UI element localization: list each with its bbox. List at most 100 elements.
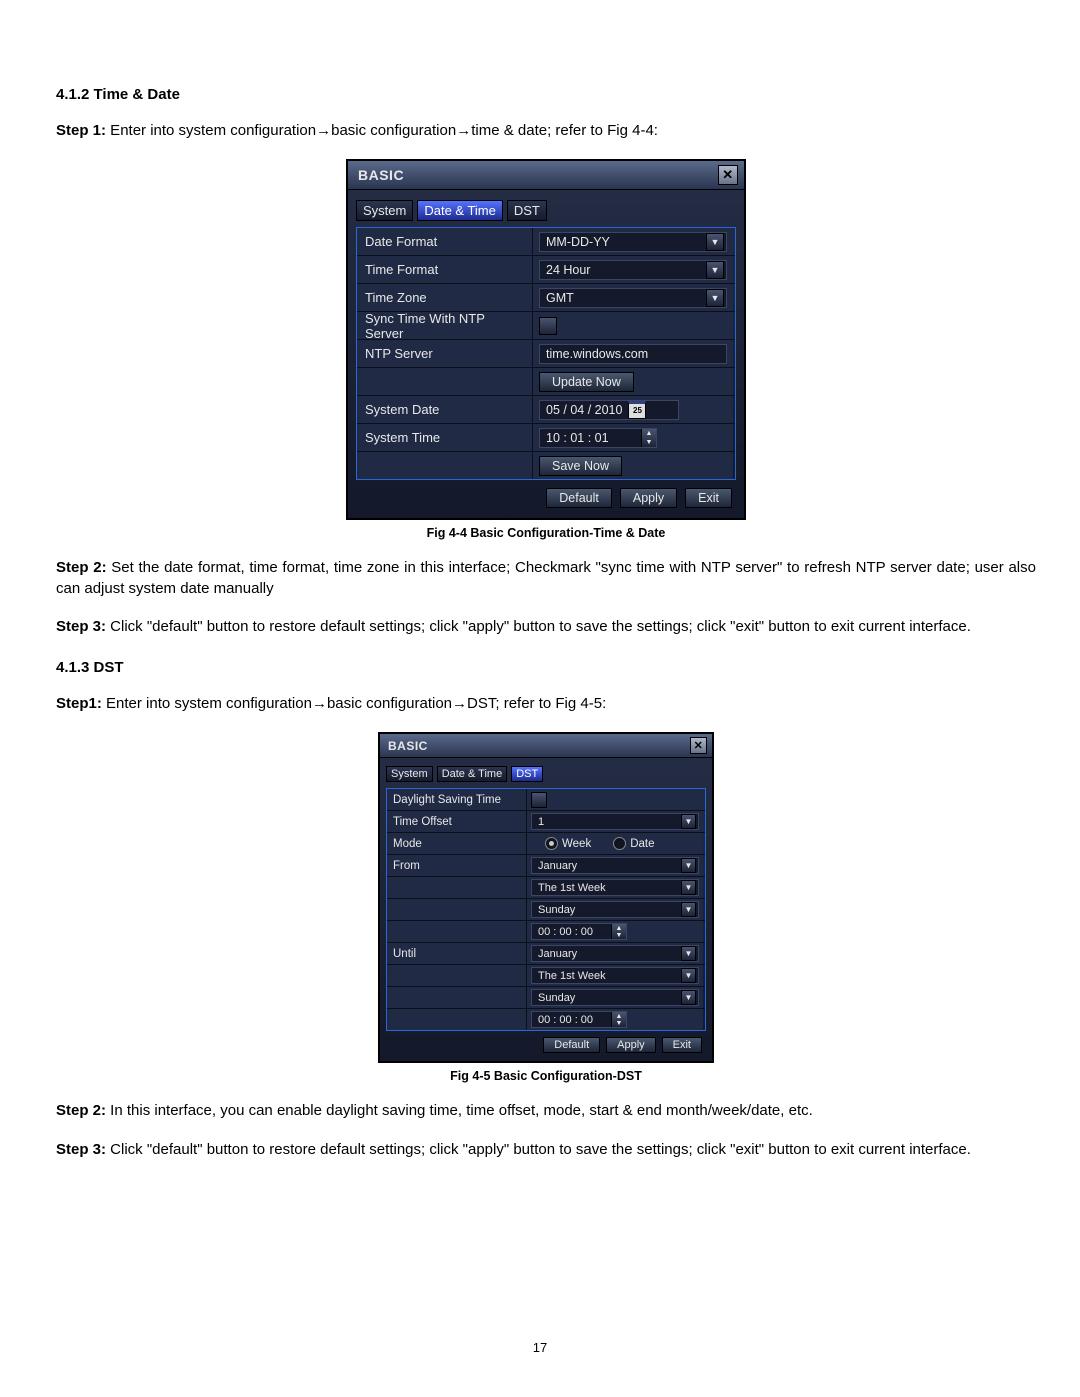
- dropdown-value: Sunday: [538, 992, 575, 1004]
- empty-cell: [387, 965, 527, 986]
- figure-caption: Fig 4-5 Basic Configuration-DST: [56, 1069, 1036, 1083]
- system-date-value: 05 / 04 / 2010: [546, 403, 622, 417]
- until-month-dropdown[interactable]: January▼: [531, 945, 699, 962]
- chevron-down-icon: ▼: [681, 880, 696, 895]
- empty-cell: [387, 921, 527, 942]
- panel-titlebar: BASIC ✕: [380, 734, 712, 758]
- close-button[interactable]: ✕: [718, 165, 738, 185]
- step3-text: Click "default" button to restore defaul…: [106, 618, 971, 635]
- mode-date-radio[interactable]: Date: [613, 837, 654, 850]
- time-format-label: Time Format: [357, 256, 533, 283]
- exit-button[interactable]: Exit: [662, 1037, 702, 1053]
- system-time-label: System Time: [357, 424, 533, 451]
- tab-date-time[interactable]: Date & Time: [417, 200, 503, 221]
- from-time-input[interactable]: 00 : 00 : 00▲▼: [531, 923, 627, 940]
- step1-text-a: Enter into system configuration: [102, 695, 312, 712]
- panel-title: BASIC: [388, 739, 428, 753]
- dropdown-value: January: [538, 860, 577, 872]
- chevron-down-icon: ▼: [612, 1020, 626, 1028]
- update-now-button[interactable]: Update Now: [539, 372, 634, 392]
- chevron-down-icon: ▼: [681, 814, 696, 829]
- chevron-down-icon: ▼: [681, 990, 696, 1005]
- dst-enable-checkbox[interactable]: [531, 792, 547, 808]
- until-time-input[interactable]: 00 : 00 : 00▲▼: [531, 1011, 627, 1028]
- step1-label: Step1:: [56, 695, 102, 712]
- basic-config-panel-dst: BASIC ✕ System Date & Time DST Daylight …: [378, 732, 714, 1063]
- step1-paragraph: Step 1: Enter into system configuration→…: [56, 121, 1036, 141]
- page-number: 17: [0, 1340, 1080, 1355]
- radio-icon: [613, 837, 626, 850]
- tab-bar: System Date & Time DST: [386, 766, 706, 782]
- dropdown-value: MM-DD-YY: [546, 235, 610, 249]
- time-zone-dropdown[interactable]: GMT ▼: [539, 288, 727, 308]
- apply-button[interactable]: Apply: [606, 1037, 656, 1053]
- default-button[interactable]: Default: [543, 1037, 600, 1053]
- until-label: Until: [387, 943, 527, 964]
- from-month-dropdown[interactable]: January▼: [531, 857, 699, 874]
- system-date-input[interactable]: 05 / 04 / 2010 25: [539, 400, 679, 420]
- time-zone-label: Time Zone: [357, 284, 533, 311]
- chevron-down-icon: ▼: [642, 438, 656, 447]
- step1-paragraph: Step1: Enter into system configuration→b…: [56, 694, 1036, 714]
- from-label: From: [387, 855, 527, 876]
- step2-text: Set the date format, time format, time z…: [56, 559, 1036, 596]
- step3-text: Click "default" button to restore defaul…: [106, 1141, 971, 1158]
- dropdown-value: Sunday: [538, 904, 575, 916]
- until-week-dropdown[interactable]: The 1st Week▼: [531, 967, 699, 984]
- time-stepper[interactable]: ▲▼: [641, 429, 656, 447]
- until-day-dropdown[interactable]: Sunday ▼: [531, 989, 699, 1006]
- date-format-dropdown[interactable]: MM-DD-YY▼: [539, 232, 727, 252]
- chevron-down-icon: ▼: [681, 902, 696, 917]
- panel-footer: Default Apply Exit: [356, 480, 736, 508]
- radio-label: Date: [630, 838, 654, 850]
- sync-ntp-label: Sync Time With NTP Server: [357, 312, 533, 339]
- chevron-up-icon: ▲: [612, 924, 626, 932]
- dropdown-value: January: [538, 948, 577, 960]
- tab-system[interactable]: System: [386, 766, 433, 782]
- arrow-icon: →: [312, 695, 327, 712]
- step3-label: Step 3:: [56, 618, 106, 635]
- arrow-icon: →: [452, 695, 467, 712]
- chevron-down-icon: ▼: [681, 968, 696, 983]
- step3-paragraph: Step 3: Click "default" button to restor…: [56, 617, 1036, 637]
- system-time-input[interactable]: 10 : 01 : 01▲▼: [539, 428, 657, 448]
- step3-label: Step 3:: [56, 1141, 106, 1158]
- apply-button[interactable]: Apply: [620, 488, 677, 508]
- system-date-label: System Date: [357, 396, 533, 423]
- save-now-button[interactable]: Save Now: [539, 456, 622, 476]
- default-button[interactable]: Default: [546, 488, 612, 508]
- tab-dst[interactable]: DST: [507, 200, 547, 221]
- tab-date-time[interactable]: Date & Time: [437, 766, 508, 782]
- arrow-icon: →: [456, 122, 471, 139]
- basic-config-panel-timedate: BASIC ✕ System Date & Time DST Date Form…: [346, 159, 746, 520]
- step2-label: Step 2:: [56, 1102, 106, 1119]
- close-button[interactable]: ✕: [690, 737, 707, 754]
- step1-text-c: time & date; refer to Fig 4-4:: [471, 122, 658, 139]
- from-week-dropdown[interactable]: The 1st Week▼: [531, 879, 699, 896]
- step1-text-b: basic configuration: [331, 122, 456, 139]
- time-format-dropdown[interactable]: 24 Hour▼: [539, 260, 727, 280]
- chevron-down-icon: ▼: [706, 261, 724, 279]
- tab-dst[interactable]: DST: [511, 766, 543, 782]
- sync-ntp-checkbox[interactable]: [539, 317, 557, 335]
- exit-button[interactable]: Exit: [685, 488, 732, 508]
- from-day-dropdown[interactable]: Sunday ▼: [531, 901, 699, 918]
- panel-title: BASIC: [358, 167, 404, 183]
- chevron-down-icon: ▼: [706, 289, 724, 307]
- mode-week-radio[interactable]: Week: [545, 837, 591, 850]
- tab-system[interactable]: System: [356, 200, 413, 221]
- time-stepper[interactable]: ▲▼: [611, 1012, 626, 1027]
- ntp-server-input[interactable]: time.windows.com: [539, 344, 727, 364]
- empty-cell: [387, 899, 527, 920]
- step2-paragraph: Step 2: In this interface, you can enabl…: [56, 1101, 1036, 1121]
- empty-cell: [387, 987, 527, 1008]
- dropdown-value: GMT: [546, 291, 574, 305]
- time-offset-dropdown[interactable]: 1▼: [531, 813, 699, 830]
- section-heading: 4.1.3 DST: [56, 659, 1036, 676]
- calendar-icon[interactable]: 25: [628, 401, 646, 419]
- step1-text-b: basic configuration: [327, 695, 452, 712]
- step1-label: Step 1:: [56, 122, 106, 139]
- dst-enable-label: Daylight Saving Time: [387, 789, 527, 810]
- step2-paragraph: Step 2: Set the date format, time format…: [56, 558, 1036, 599]
- time-stepper[interactable]: ▲▼: [611, 924, 626, 939]
